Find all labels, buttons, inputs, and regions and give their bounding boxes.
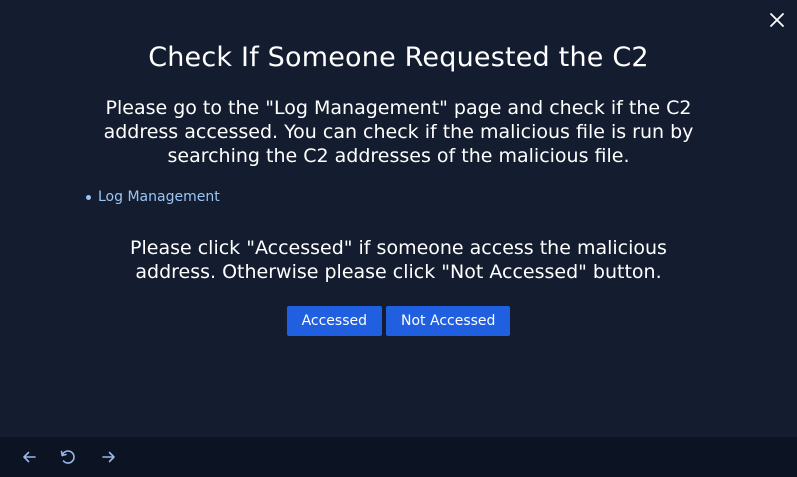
bullet-icon <box>86 194 91 200</box>
refresh-button[interactable] <box>57 446 79 468</box>
modal-dialog: Check If Someone Requested the C2 Please… <box>0 0 797 437</box>
arrow-right-icon <box>102 451 115 463</box>
link-list: Log Management <box>86 187 220 207</box>
back-button[interactable] <box>18 446 40 468</box>
accessed-button[interactable]: Accessed <box>286 306 383 336</box>
log-management-link[interactable]: Log Management <box>98 187 220 207</box>
dialog-title: Check If Someone Requested the C2 <box>148 42 649 73</box>
forward-button[interactable] <box>98 446 120 468</box>
refresh-icon <box>60 450 75 464</box>
dialog-instruction: Please click "Accessed" if someone acces… <box>130 237 667 283</box>
dialog-description: Please go to the "Log Management" page a… <box>103 97 694 167</box>
footer-navigation <box>0 437 797 477</box>
button-group: Accessed Not Accessed <box>0 306 797 336</box>
arrow-left-icon <box>23 451 36 463</box>
close-icon <box>770 13 784 27</box>
not-accessed-button[interactable]: Not Accessed <box>386 306 511 336</box>
list-item: Log Management <box>86 187 220 207</box>
close-button[interactable] <box>765 8 789 32</box>
